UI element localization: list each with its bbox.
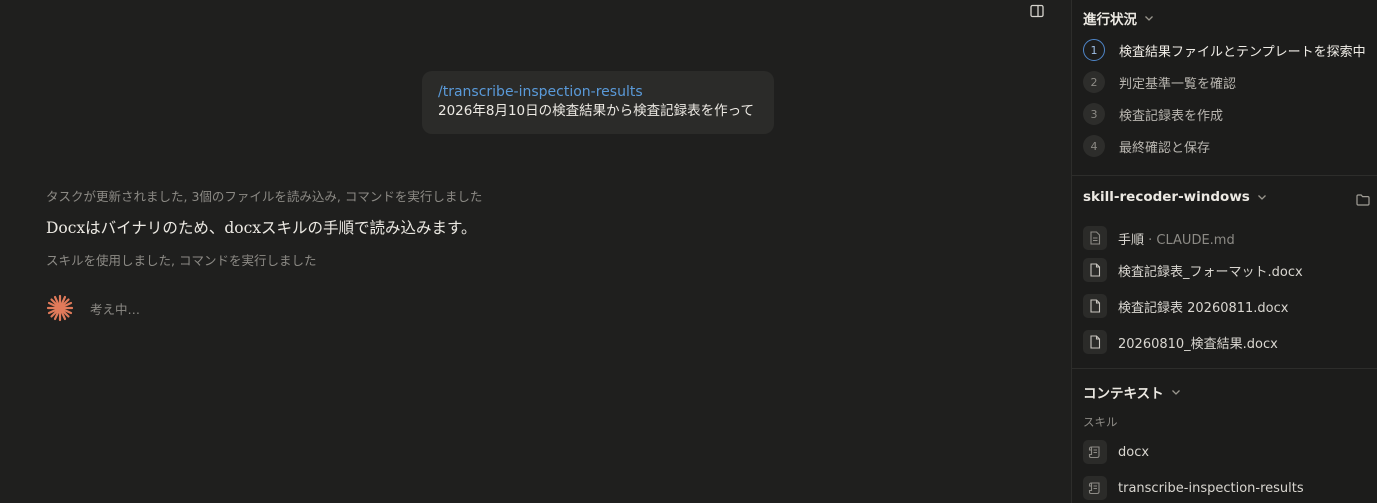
app-window: /transcribe-inspection-results 2026年8月10… bbox=[0, 0, 1377, 503]
step-label: 検査記録表を作成 bbox=[1119, 108, 1224, 124]
chevron-down-icon bbox=[1257, 192, 1267, 202]
step-label: 検査結果ファイルとテンプレートを探索中 bbox=[1119, 44, 1366, 60]
slash-command: /transcribe-inspection-results bbox=[438, 84, 643, 100]
activity-summary-skills[interactable]: スキルを使用しました, コマンドを実行しました bbox=[46, 250, 316, 269]
folder-section-header[interactable]: skill-recoder-windows bbox=[1083, 189, 1267, 205]
file-item-format-docx[interactable]: 検査記録表_フォーマット.docx bbox=[1083, 257, 1303, 283]
context-section-header[interactable]: コンテキスト bbox=[1083, 382, 1181, 402]
step-number: 3 bbox=[1083, 103, 1105, 125]
step-number: 4 bbox=[1083, 135, 1105, 157]
instructions-file-icon bbox=[1083, 226, 1107, 250]
section-divider bbox=[1072, 368, 1377, 369]
skill-name: docx bbox=[1118, 444, 1150, 460]
step-label: 最終確認と保存 bbox=[1119, 140, 1211, 156]
skill-item-docx[interactable]: docx bbox=[1083, 439, 1149, 465]
file-item-record-docx[interactable]: 検査記録表 20260811.docx bbox=[1083, 293, 1288, 319]
scroll-icon bbox=[1083, 440, 1107, 464]
user-message-text: 2026年8月10日の検査結果から検査記録表を作って bbox=[438, 103, 754, 119]
thinking-indicator: 考え中… bbox=[46, 294, 140, 322]
toggle-side-panel-icon[interactable] bbox=[1030, 4, 1044, 18]
progress-step-2: 2 判定基準一覧を確認 bbox=[1083, 70, 1236, 94]
section-divider bbox=[1072, 175, 1377, 176]
claude-spark-icon bbox=[46, 294, 74, 322]
file-name: 検査記録表 20260811.docx bbox=[1118, 300, 1289, 316]
file-item-results-docx[interactable]: 20260810_検査結果.docx bbox=[1083, 329, 1278, 355]
step-label: 判定基準一覧を確認 bbox=[1119, 76, 1237, 92]
progress-step-4: 4 最終確認と保存 bbox=[1083, 134, 1210, 158]
folder-title: skill-recoder-windows bbox=[1083, 189, 1250, 205]
skill-name: transcribe-inspection-results bbox=[1118, 480, 1304, 496]
step-number: 1 bbox=[1083, 39, 1105, 61]
progress-section-header[interactable]: 進行状況 bbox=[1083, 8, 1154, 28]
chevron-down-icon bbox=[1171, 387, 1181, 397]
document-icon bbox=[1083, 330, 1107, 354]
progress-step-1: 1 検査結果ファイルとテンプレートを探索中 bbox=[1083, 38, 1366, 62]
progress-title: 進行状況 bbox=[1083, 12, 1137, 28]
document-icon bbox=[1083, 294, 1107, 318]
document-icon bbox=[1083, 258, 1107, 282]
assistant-response-text: Docxはバイナリのため、docxスキルの手順で読み込みます。 bbox=[46, 219, 477, 237]
chat-pane: /transcribe-inspection-results 2026年8月10… bbox=[0, 0, 1071, 503]
activity-summary-tasks[interactable]: タスクが更新されました, 3個のファイルを読み込み, コマンドを実行しました bbox=[46, 186, 482, 205]
user-message-bubble: /transcribe-inspection-results 2026年8月10… bbox=[422, 71, 774, 134]
step-number: 2 bbox=[1083, 71, 1105, 93]
progress-step-3: 3 検査記録表を作成 bbox=[1083, 102, 1223, 126]
chevron-down-icon bbox=[1144, 13, 1154, 23]
side-panel: 進行状況 1 検査結果ファイルとテンプレートを探索中 2 判定基準一覧を確認 3… bbox=[1071, 0, 1377, 503]
skill-item-transcribe[interactable]: transcribe-inspection-results bbox=[1083, 475, 1304, 501]
file-name: 手順 · CLAUDE.md bbox=[1118, 232, 1235, 248]
context-title: コンテキスト bbox=[1083, 386, 1164, 402]
file-name: 検査記録表_フォーマット.docx bbox=[1118, 264, 1303, 280]
file-item-claude-md[interactable]: 手順 · CLAUDE.md bbox=[1083, 225, 1235, 251]
file-name: 20260810_検査結果.docx bbox=[1118, 336, 1278, 352]
skills-subheading: スキル bbox=[1083, 415, 1118, 429]
thinking-label: 考え中… bbox=[90, 301, 141, 317]
scroll-icon bbox=[1083, 476, 1107, 500]
open-folder-icon[interactable] bbox=[1356, 191, 1370, 210]
